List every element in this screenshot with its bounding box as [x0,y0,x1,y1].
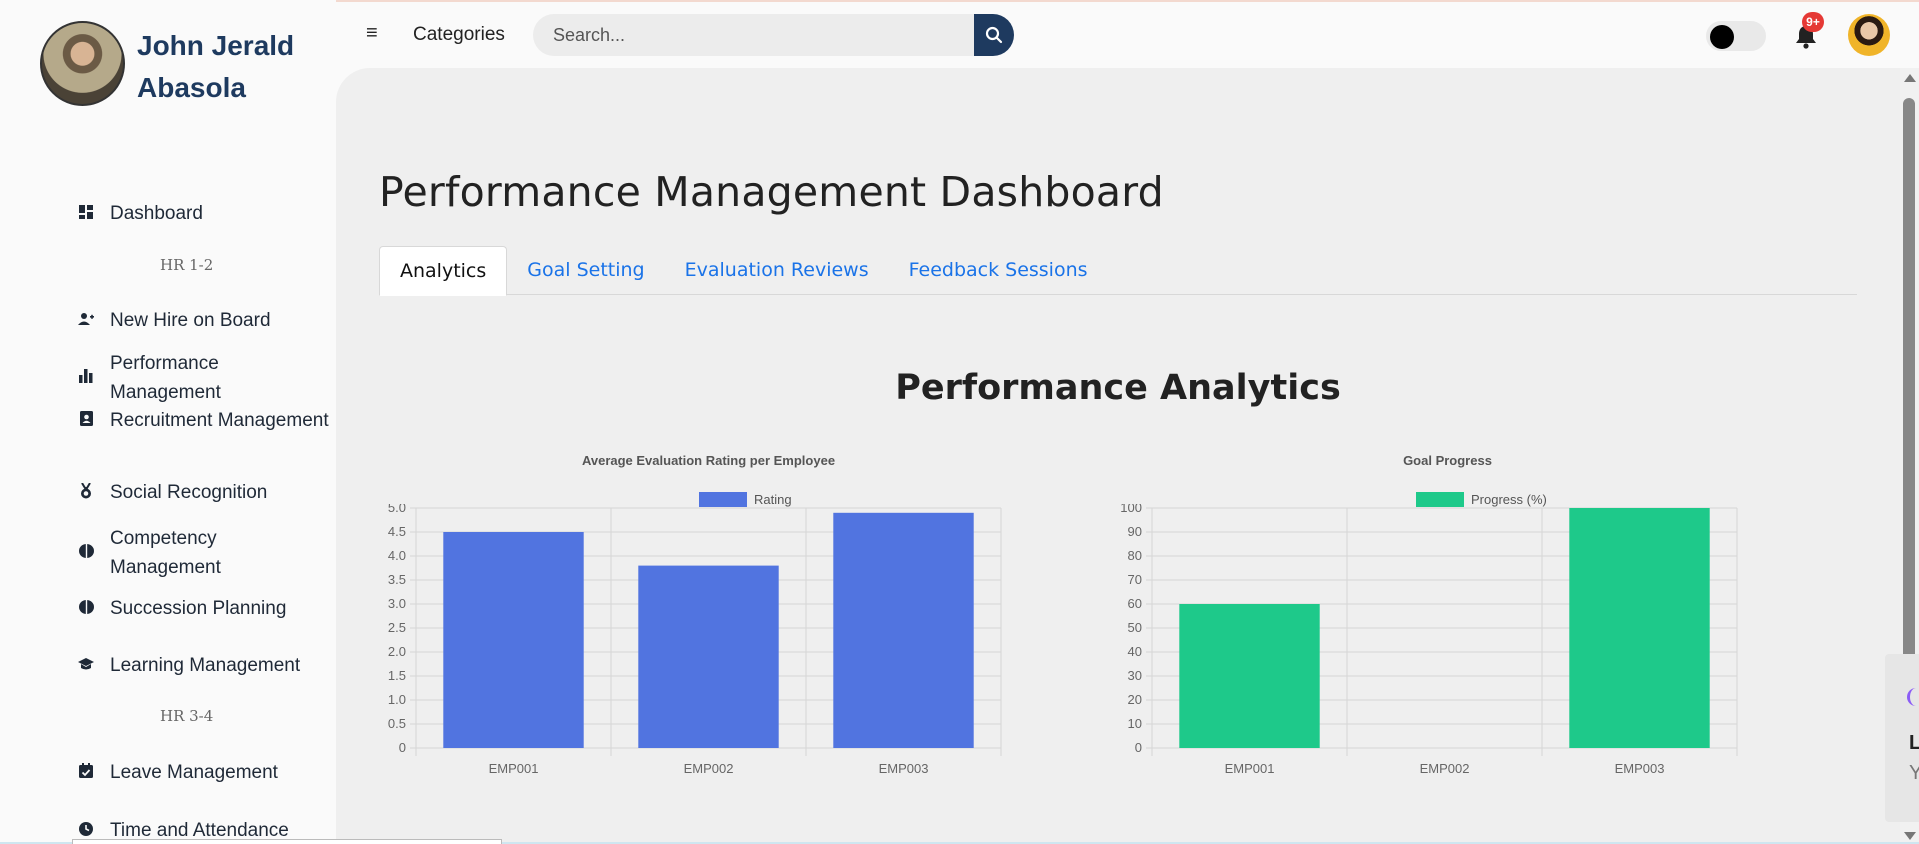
tab-evaluation-reviews[interactable]: Evaluation Reviews [665,246,889,295]
y-tick-label: 70 [1128,572,1142,587]
widget-logo-icon [1907,688,1919,706]
profile-name: John Jerald Abasola [137,25,327,109]
sidebar-item-dashboard[interactable]: Dashboard [76,199,330,228]
profile-avatar[interactable] [40,21,125,106]
y-tick-label: 80 [1128,548,1142,563]
y-tick-label: 2.5 [388,620,406,635]
y-tick-label: 100 [1120,504,1142,515]
tab-bar: Analytics Goal Setting Evaluation Review… [379,246,1857,296]
sidebar-item-label: Competency Management [110,528,221,578]
y-tick-label: 3.0 [388,596,406,611]
widget-text-1: L [1909,732,1919,754]
search-button[interactable] [974,14,1014,56]
bar-emp003[interactable] [1569,508,1710,748]
sidebar-item-label: Leave Management [110,762,278,783]
x-tick-label: EMP003 [879,761,929,776]
sidebar-item-new-hire[interactable]: New Hire on Board [76,306,330,335]
y-tick-label: 4.0 [388,548,406,563]
x-tick-label: EMP001 [1225,761,1275,776]
sidebar-item-label: New Hire on Board [110,310,271,331]
y-tick-label: 0.5 [388,716,406,731]
sidebar-item-label: Learning Management [110,655,301,676]
calendar-check-icon [76,763,96,782]
search-input[interactable] [533,14,975,56]
dark-mode-toggle[interactable] [1706,21,1766,51]
bar-emp003[interactable] [833,512,974,748]
sidebar-item-leave[interactable]: Leave Management [76,758,330,787]
y-tick-label: 60 [1128,596,1142,611]
sidebar-section-hr12: HR 1-2 [160,256,214,274]
search-icon [985,26,1003,44]
chart-goal-progress: 0 10 20 30 40 50 60 70 80 90 100 EMP001 EMP002 EMP003 [1120,504,1738,776]
y-tick-label: 2.0 [388,644,406,659]
chart-rating: 0 0.5 1.0 1.5 2.0 2.5 3.0 3.5 4.0 4.5 5.0 EMP001 EMP… [388,504,1002,776]
search-bar [533,14,1014,56]
notification-badge: 9+ [1802,12,1824,32]
x-tick-label: EMP002 [684,761,734,776]
sidebar-item-label: Social Recognition [110,482,268,503]
sidebar-item-competency[interactable]: Competency Management [76,524,330,582]
y-tick-label: 40 [1128,644,1142,659]
sidebar-item-label: Dashboard [110,203,203,224]
toggle-knob [1710,25,1734,49]
y-tick-label: 0 [1135,740,1142,755]
sidebar-item-learning[interactable]: Learning Management [76,651,330,680]
sidebar: John Jerald Abasola Dashboard HR 1-2 New… [0,0,336,844]
y-tick-label: 30 [1128,668,1142,683]
bar-emp002[interactable] [638,565,779,748]
scroll-up-arrow[interactable] [1904,74,1916,82]
section-title: Performance Analytics [895,368,1341,408]
id-badge-icon [76,411,96,430]
chart-title-goal: Goal Progress [1403,453,1492,468]
categories-menu[interactable]: Categories [413,24,505,46]
bottom-panel [72,839,502,844]
tab-goal-setting[interactable]: Goal Setting [507,246,664,295]
side-widget[interactable]: L Y [1885,654,1919,822]
sidebar-item-label: Performance Management [110,353,221,403]
bar-emp001[interactable] [1179,604,1320,748]
profile-name-last: Abasola [137,72,246,103]
brain-icon [76,599,96,618]
menu-toggle-icon[interactable]: ≡ [366,22,378,45]
dashboard-icon [76,204,96,223]
y-tick-label: 10 [1128,716,1142,731]
bar-emp001[interactable] [443,532,584,748]
tab-feedback-sessions[interactable]: Feedback Sessions [889,246,1108,295]
x-tick-label: EMP001 [489,761,539,776]
user-plus-icon [76,312,96,330]
user-avatar[interactable] [1848,14,1890,56]
y-tick-label: 1.5 [388,668,406,683]
profile[interactable]: John Jerald Abasola [40,21,327,109]
sidebar-item-succession[interactable]: Succession Planning [76,594,330,623]
profile-name-first: John Jerald [137,30,295,61]
sidebar-item-label: Recruitment Management [110,410,329,431]
medal-icon [76,481,96,503]
y-tick-label: 20 [1128,692,1142,707]
x-tick-label: EMP002 [1420,761,1470,776]
clock-icon [76,821,96,840]
x-tick-label: EMP003 [1615,761,1665,776]
y-tick-label: 5.0 [388,504,406,515]
sidebar-item-label: Succession Planning [110,598,287,619]
sidebar-item-recruitment[interactable]: Recruitment Management [76,406,330,435]
scroll-thumb[interactable] [1903,98,1915,726]
y-tick-label: 90 [1128,524,1142,539]
sidebar-item-performance[interactable]: Performance Management [76,349,330,407]
main-content: Performance Management Dashboard Analyti… [336,68,1900,844]
graduation-cap-icon [76,657,96,674]
y-tick-label: 3.5 [388,572,406,587]
sidebar-item-social-recognition[interactable]: Social Recognition [76,478,330,507]
chart-title-rating: Average Evaluation Rating per Employee [581,453,836,468]
brain-icon [76,544,96,562]
tab-analytics[interactable]: Analytics [379,246,508,296]
y-tick-label: 4.5 [388,524,406,539]
page-title: Performance Management Dashboard [379,168,1164,216]
y-tick-label: 50 [1128,620,1142,635]
y-tick-label: 1.0 [388,692,406,707]
scroll-down-arrow[interactable] [1904,832,1916,840]
widget-text-2: Y [1909,762,1919,784]
bar-chart-icon [76,369,96,387]
sidebar-section-hr34: HR 3-4 [160,707,214,725]
y-tick-label: 0 [399,740,406,755]
